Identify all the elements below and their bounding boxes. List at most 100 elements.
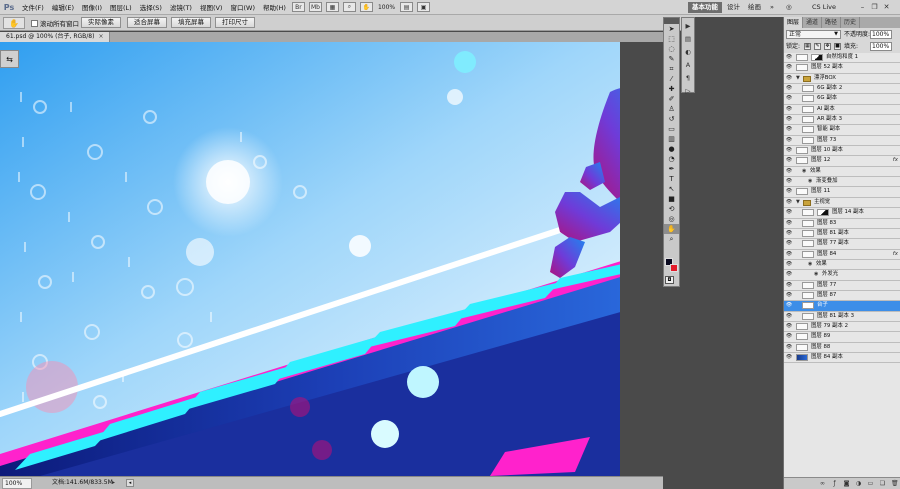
brush-tool-icon[interactable]: ✐ <box>664 94 679 104</box>
visibility-eye-icon[interactable]: 👁 <box>785 95 793 102</box>
effect-visibility-icon[interactable]: ◉ <box>808 260 812 269</box>
visibility-eye-icon[interactable]: 👁 <box>785 354 793 361</box>
visibility-eye-icon[interactable]: 👁 <box>785 168 793 175</box>
effect-visibility-icon[interactable]: ◉ <box>808 177 812 186</box>
lock-all-icon[interactable]: ■ <box>834 43 841 50</box>
crop-tool-icon[interactable]: ⌗ <box>664 64 679 74</box>
expand-triangle-icon[interactable]: ▼ <box>796 198 800 207</box>
quick-select-tool-icon[interactable]: ✎ <box>664 54 679 64</box>
fit-screen-button[interactable]: 适合屏幕 <box>127 17 167 28</box>
delete-layer-icon[interactable]: 🗑 <box>891 480 899 487</box>
layer-row[interactable]: 👁 图层 77 <box>784 281 900 291</box>
lock-pixels-icon[interactable]: ✎ <box>814 43 821 50</box>
quick-mask-icon[interactable]: ◘ <box>665 276 674 284</box>
actual-pixels-button[interactable]: 实际像素 <box>81 17 121 28</box>
visibility-eye-icon[interactable]: 👁 <box>785 292 793 299</box>
menu-view[interactable]: 视图(V) <box>196 2 227 12</box>
layer-row[interactable]: 👁 ◉ 渐变叠加 <box>784 177 900 188</box>
layer-mask-thumbnail[interactable] <box>811 54 823 61</box>
zoom-tool-icon[interactable]: ⌕ <box>664 234 679 244</box>
layer-mask-thumbnail[interactable] <box>817 209 829 217</box>
layer-row[interactable]: 👁 图层 14 副本 <box>784 208 900 219</box>
visibility-eye-icon[interactable]: 👁 <box>785 313 793 320</box>
type-tool-icon[interactable]: T <box>664 174 679 184</box>
effect-visibility-icon[interactable]: ◉ <box>802 167 806 176</box>
visibility-eye-icon[interactable]: 👁 <box>785 230 793 237</box>
menu-file[interactable]: 文件(F) <box>18 2 48 12</box>
tab-channels[interactable]: 通道 <box>803 17 823 28</box>
hand-tool-icon[interactable]: ✋ <box>359 2 373 12</box>
visibility-eye-icon[interactable]: 👁 <box>785 251 793 258</box>
history-brush-tool-icon[interactable]: ↺ <box>664 114 679 124</box>
bridge-icon[interactable]: Br <box>291 2 305 12</box>
tab-history[interactable]: 历史 <box>841 17 861 28</box>
link-layers-icon[interactable]: ∞ <box>819 480 826 487</box>
layer-row[interactable]: 👁 图层 87 <box>784 291 900 302</box>
workspace-painting[interactable]: 绘画 <box>748 2 761 13</box>
visibility-eye-icon[interactable]: 👁 <box>785 220 793 227</box>
visibility-eye-icon[interactable]: 👁 <box>785 178 793 185</box>
move-tool-icon[interactable]: ➤ <box>664 24 679 34</box>
layer-row[interactable]: 👁 AR 副本 3 <box>784 115 900 126</box>
visibility-eye-icon[interactable]: 👁 <box>785 188 793 195</box>
status-doc-info[interactable]: 文档:141.6M/833.5M <box>52 477 113 489</box>
screen-mode-icon[interactable]: ▣ <box>417 2 431 12</box>
close-icon[interactable]: ✕ <box>882 3 891 11</box>
zoom-readout[interactable]: 100% <box>378 4 395 11</box>
layer-row[interactable]: 👁 图层 10 副本 <box>784 146 900 157</box>
color-panel-icon[interactable]: ◐ <box>682 47 694 57</box>
guides-icon[interactable]: ▦ <box>325 2 339 12</box>
layer-row[interactable]: 👁 图层 79 副本 2 <box>784 322 900 333</box>
document-tab[interactable]: 61.psd @ 100% (台子, RGB/8) × <box>0 32 111 42</box>
blend-mode-select[interactable]: 正常 ▼ <box>786 30 841 39</box>
layer-row[interactable]: 👁 图层 81 副本 3 <box>784 312 900 322</box>
path-select-tool-icon[interactable]: ↖ <box>664 184 679 194</box>
layer-row[interactable]: 👁 自然饱和度 1 <box>784 53 900 64</box>
visibility-eye-icon[interactable]: 👁 <box>785 147 793 154</box>
close-tab-icon[interactable]: × <box>98 33 103 40</box>
visibility-eye-icon[interactable]: 👁 <box>785 323 793 330</box>
mini-bridge-icon[interactable]: Mb <box>308 2 322 12</box>
hand-tool-icon[interactable]: ✋ <box>664 224 679 234</box>
opacity-input[interactable]: 100% <box>870 30 892 39</box>
new-group-icon[interactable]: ▭ <box>867 480 874 487</box>
new-layer-icon[interactable]: ❏ <box>879 480 886 487</box>
workspace-more[interactable]: » <box>770 2 774 13</box>
menu-image[interactable]: 图像(I) <box>78 2 106 12</box>
workspace-design[interactable]: 设计 <box>727 2 740 13</box>
adjustment-layer-icon[interactable]: ◑ <box>855 480 862 487</box>
visibility-eye-icon[interactable]: 👁 <box>785 106 793 113</box>
status-menu-arrow-icon[interactable]: ▸ <box>112 477 115 489</box>
hand-tool-preset-icon[interactable]: ✋ <box>3 17 25 29</box>
zoom-tool-icon[interactable]: ⌕ <box>342 2 356 12</box>
layer-row[interactable]: 👁 图层 73 <box>784 136 900 147</box>
visibility-eye-icon[interactable]: 👁 <box>785 54 793 61</box>
lock-position-icon[interactable]: ✥ <box>824 43 831 50</box>
menu-select[interactable]: 选择(S) <box>136 2 166 12</box>
lasso-tool-icon[interactable]: ◌ <box>664 44 679 54</box>
menu-filter[interactable]: 滤镜(T) <box>166 2 196 12</box>
layer-row[interactable]: 👁 图层 52 副本 <box>784 63 900 74</box>
layer-mask-icon[interactable]: ◙ <box>843 480 850 487</box>
layer-row[interactable]: 👁 智能 副本 <box>784 125 900 136</box>
layer-row[interactable]: 👁 图层 11 <box>784 187 900 198</box>
layer-row[interactable]: 👁 图层 12 fx <box>784 156 900 167</box>
layer-row[interactable]: 👁 图层 81 副本 <box>784 229 900 240</box>
pen-tool-icon[interactable]: ✒ <box>664 164 679 174</box>
document-canvas[interactable] <box>0 42 663 476</box>
layer-row[interactable]: 👁 图层 84 fx <box>784 250 900 260</box>
character-panel-icon[interactable]: A <box>682 60 694 70</box>
layer-row[interactable]: 👁 图层 88 <box>784 343 900 353</box>
history-panel-icon[interactable]: ▤ <box>682 34 694 44</box>
visibility-eye-icon[interactable]: 👁 <box>785 116 793 123</box>
visibility-eye-icon[interactable]: 👁 <box>785 64 793 71</box>
gradient-tool-icon[interactable]: ▥ <box>664 134 679 144</box>
3d-orbit-tool-icon[interactable]: ◎ <box>664 214 679 224</box>
mini-bridge-panel-icon[interactable]: ▶ <box>682 21 694 31</box>
checkbox-box[interactable] <box>31 19 38 27</box>
layer-row[interactable]: 👁 图层 77 副本 <box>784 239 900 250</box>
3d-rotate-tool-icon[interactable]: ⟲ <box>664 204 679 214</box>
tab-layers[interactable]: 图层 <box>784 17 804 28</box>
visibility-eye-icon[interactable]: 👁 <box>785 282 793 289</box>
scroll-left-icon[interactable]: ◂ <box>126 479 134 487</box>
